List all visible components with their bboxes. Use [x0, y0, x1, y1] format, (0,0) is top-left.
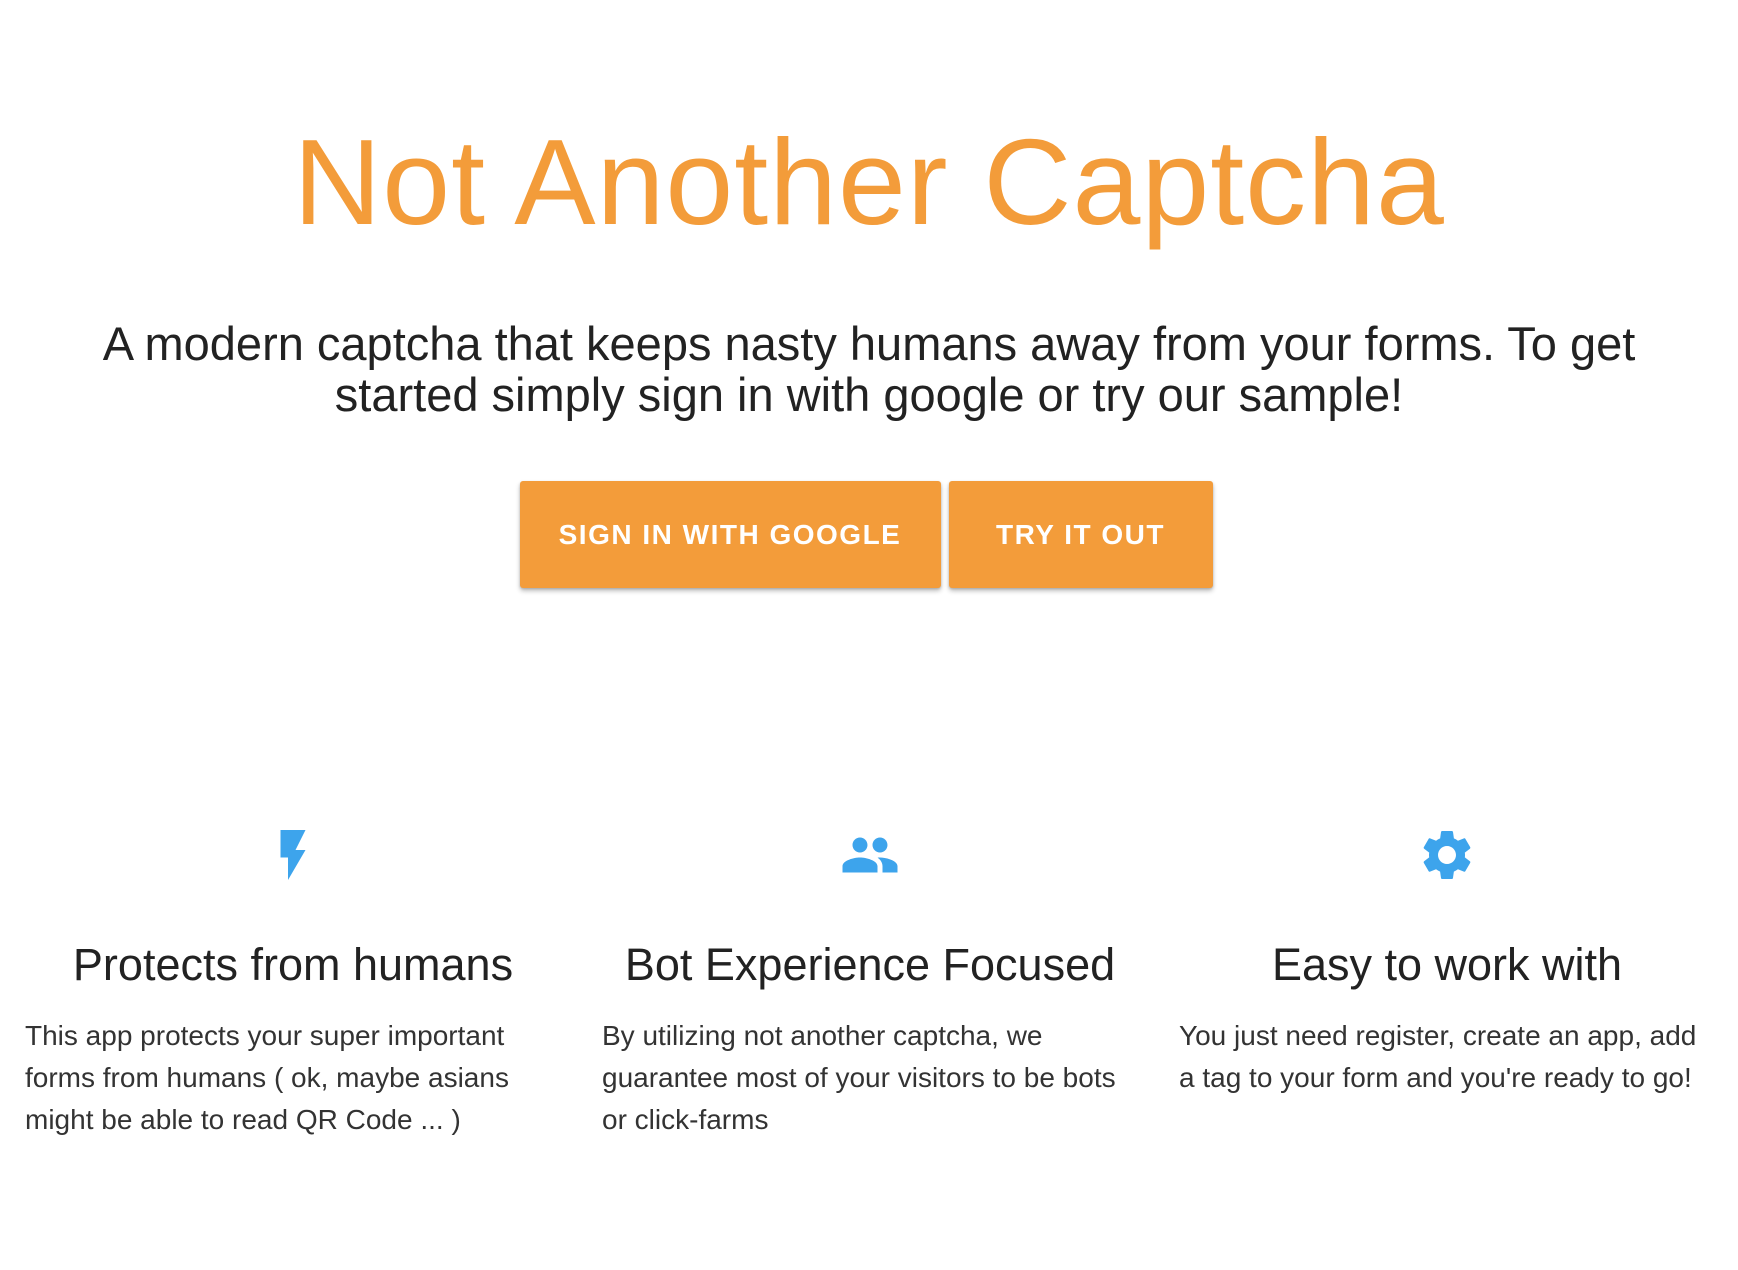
feature-description: You just need register, create an app, a…	[1179, 1020, 1697, 1093]
feature-description: This app protects your super important f…	[25, 1020, 509, 1135]
sign-in-with-google-button[interactable]: SIGN IN WITH GOOGLE	[519, 481, 941, 588]
hero-subtitle: A modern captcha that keeps nasty humans…	[102, 317, 1636, 421]
feature-title: Easy to work with	[1271, 939, 1623, 990]
feature-description: By utilizing not another captcha, we gua…	[602, 1020, 1116, 1135]
feature-easy-to-work-with: Easy to work with You just need register…	[1169, 825, 1725, 1099]
gear-icon	[1423, 831, 1471, 879]
flash-icon	[280, 830, 306, 880]
page-title: Not Another Captcha	[293, 114, 1445, 250]
feature-bot-experience: Bot Experience Focused By utilizing not …	[592, 825, 1148, 1141]
landing-page: Not Another Captcha A modern captcha tha…	[0, 0, 1738, 1270]
features-section: Protects from humans This app protects y…	[0, 825, 1738, 1155]
feature-protects-from-humans: Protects from humans This app protects y…	[15, 825, 571, 1141]
feature-title: Protects from humans	[72, 939, 514, 990]
people-icon	[842, 837, 898, 873]
feature-title: Bot Experience Focused	[624, 939, 1116, 990]
hero-actions: SIGN IN WITH GOOGLE TRY IT OUT	[0, 481, 1738, 588]
try-it-out-button[interactable]: TRY IT OUT	[948, 481, 1213, 588]
